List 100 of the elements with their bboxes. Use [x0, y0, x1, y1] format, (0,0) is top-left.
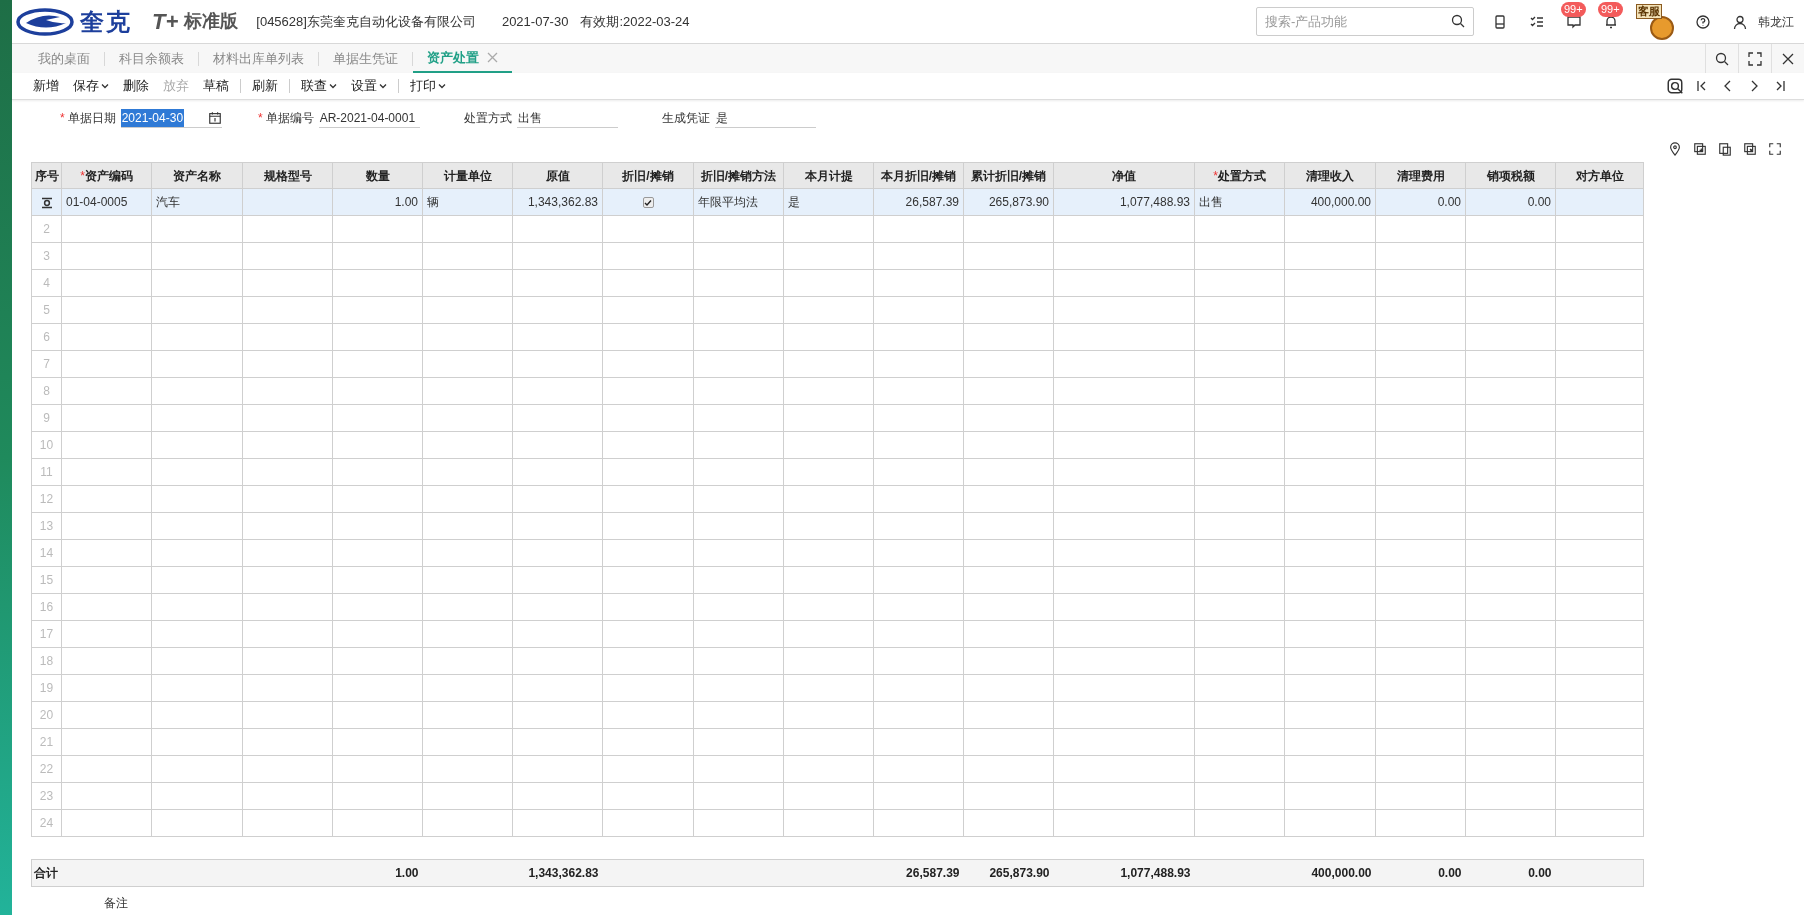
logo-icon — [16, 7, 74, 36]
toolbar-button[interactable]: 保存 — [66, 76, 116, 96]
fullscreen-icon[interactable] — [1747, 50, 1763, 67]
column-header: 资产编码 — [84, 168, 133, 183]
total-value: 265,873.90 — [989, 866, 1050, 880]
table-cell: 出售 — [1199, 195, 1223, 209]
field-label: 处置方式 — [464, 110, 512, 127]
current-date: 2021-07-30 — [501, 12, 569, 31]
calendar-icon[interactable] — [207, 110, 222, 125]
row-number: 22 — [39, 762, 54, 776]
help-icon[interactable] — [1695, 13, 1711, 30]
edition-name: 标准版 — [184, 10, 239, 33]
field-label: 单据编号 — [265, 110, 314, 127]
toolbar-button[interactable]: 刷新 — [245, 76, 285, 96]
table-cell: 汽车 — [156, 195, 180, 209]
table-cell: 400,000.00 — [1310, 195, 1371, 209]
input-field[interactable]: 是 — [715, 108, 816, 128]
row-number: 19 — [39, 681, 54, 695]
column-header: 折旧/摊销方法 — [700, 168, 777, 183]
column-header: 本月计提 — [804, 168, 853, 183]
input-field[interactable]: 出售 — [517, 108, 618, 128]
column-header: 原值 — [545, 168, 570, 183]
row-number: 18 — [39, 654, 54, 668]
search-icon[interactable] — [1450, 13, 1466, 29]
total-value: 400,000.00 — [1311, 866, 1372, 880]
total-label: 合计 — [34, 866, 58, 880]
required-mark: * — [1213, 168, 1218, 183]
row-number: 8 — [43, 384, 50, 398]
row-number: 5 — [43, 303, 50, 317]
notification-badge: 99+ — [1561, 1, 1586, 17]
toolbar-button[interactable]: 联查 — [294, 76, 344, 96]
field-label: 单据日期 — [67, 110, 116, 127]
row-number: 21 — [39, 735, 54, 749]
column-header: 对方单位 — [1575, 168, 1624, 183]
required-mark: * — [60, 110, 65, 127]
table-cell: 265,873.90 — [988, 195, 1049, 209]
add-row-icon[interactable] — [1693, 142, 1707, 156]
column-header: 序号 — [34, 168, 59, 183]
validity-date: 有效期:2022-03-24 — [580, 12, 690, 31]
checkbox[interactable] — [642, 197, 654, 209]
paste-icon[interactable] — [1718, 142, 1732, 156]
user-name[interactable]: 韩龙江 — [1758, 12, 1794, 31]
toolbar-button[interactable]: 新增 — [26, 76, 66, 96]
column-header: 数量 — [365, 168, 390, 183]
input-field[interactable]: AR-2021-04-0001 — [318, 108, 420, 128]
search-icon[interactable] — [1714, 50, 1730, 67]
table-cell: 01-04-0005 — [66, 195, 128, 209]
row-settings-icon[interactable] — [40, 196, 53, 209]
table-cell: 1,343,362.83 — [527, 195, 598, 209]
tab[interactable]: 我的桌面 — [24, 44, 104, 73]
search-field[interactable]: 搜索-产品功能 — [1256, 7, 1474, 36]
row-number: 12 — [39, 492, 54, 506]
row-number: 9 — [43, 411, 50, 425]
notification-badge: 99+ — [1598, 1, 1623, 17]
delete-row-icon[interactable] — [1743, 142, 1757, 156]
preview-icon[interactable] — [1666, 77, 1684, 95]
table-cell: 1,077,488.93 — [1119, 195, 1190, 209]
row-number: 17 — [39, 627, 54, 641]
required-mark: * — [80, 168, 85, 183]
column-header: 本月折旧/摊销 — [880, 168, 957, 183]
total-value: 1,077,488.93 — [1120, 866, 1191, 880]
column-header: 折旧/摊销 — [622, 168, 674, 183]
row-number: 16 — [39, 600, 54, 614]
row-number: 13 — [39, 519, 54, 533]
row-number: 10 — [39, 438, 54, 452]
table-cell: 是 — [788, 195, 800, 209]
field-label: 生成凭证 — [662, 110, 710, 127]
row-number: 15 — [39, 573, 54, 587]
row-number: 3 — [43, 249, 50, 263]
company-name: [045628]东莞奎克自动化设备有限公司 — [256, 12, 476, 31]
row-number: 23 — [39, 789, 54, 803]
table-cell: 0.00 — [1437, 195, 1461, 209]
table-cell: 1.00 — [394, 195, 418, 209]
toolbar-button[interactable]: 打印 — [403, 76, 453, 96]
row-number: 24 — [39, 816, 54, 830]
location-icon[interactable] — [1668, 142, 1682, 156]
row-number: 6 — [43, 330, 50, 344]
column-header: 处置方式 — [1217, 168, 1266, 183]
tablet-icon[interactable] — [1492, 13, 1508, 30]
toolbar-button[interactable]: 草稿 — [196, 76, 236, 96]
product-name: T+ — [152, 8, 179, 36]
column-header: 累计折旧/摊销 — [970, 168, 1047, 183]
total-value: 1,343,362.83 — [528, 866, 599, 880]
table-cell: 0.00 — [1527, 195, 1551, 209]
row-number: 7 — [43, 357, 50, 371]
column-header: 计量单位 — [443, 168, 492, 183]
row-number: 20 — [39, 708, 54, 722]
table-cell: 辆 — [427, 195, 439, 209]
table-cell: 26,587.39 — [905, 195, 959, 209]
toolbar-button[interactable]: 删除 — [116, 76, 156, 96]
required-mark: * — [258, 110, 263, 127]
user-icon[interactable] — [1732, 13, 1748, 30]
fullscreen-icon[interactable] — [1768, 142, 1782, 156]
remark-label: 备注 — [104, 896, 128, 910]
column-header: 销项税额 — [1486, 168, 1535, 183]
toolbar-button[interactable]: 设置 — [344, 76, 394, 96]
tab[interactable]: 单据生凭证 — [319, 44, 412, 73]
column-header: 规格型号 — [263, 168, 312, 183]
tab[interactable]: 材料出库单列表 — [199, 44, 318, 73]
column-header: 净值 — [1112, 168, 1136, 183]
